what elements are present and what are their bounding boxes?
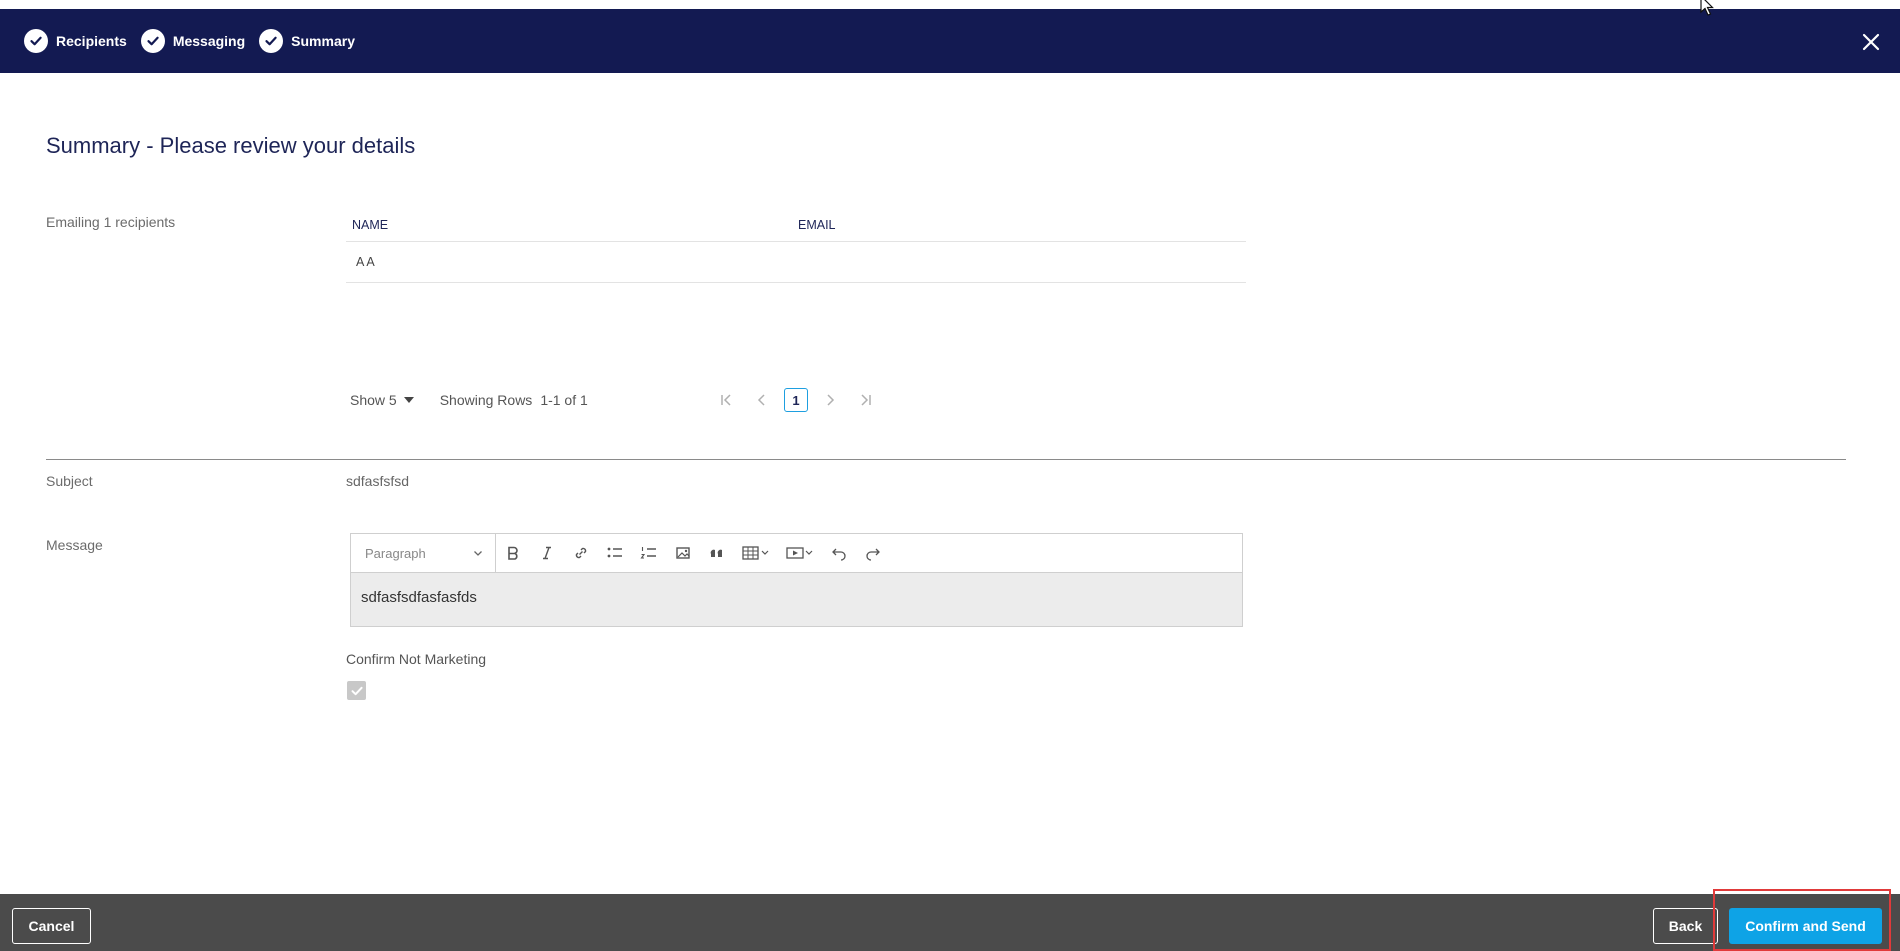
step-label: Summary: [291, 33, 355, 49]
confirm-not-marketing-checkbox[interactable]: [347, 681, 366, 700]
subject-label: Subject: [46, 473, 93, 489]
close-icon[interactable]: [1860, 31, 1882, 53]
current-page-button[interactable]: 1: [784, 388, 808, 412]
undo-icon[interactable]: [822, 534, 856, 573]
checkmark-icon: [351, 686, 363, 695]
table-header: NAME EMAIL: [346, 208, 1246, 242]
check-circle-icon: [259, 29, 284, 53]
recipients-count-label: Emailing 1 recipients: [46, 214, 176, 230]
check-circle-icon: [24, 29, 48, 53]
editor-toolbar: Paragraph: [351, 533, 1242, 573]
bulleted-list-icon[interactable]: [598, 534, 632, 573]
confirm-not-marketing-label: Confirm Not Marketing: [346, 651, 487, 667]
step-label: Recipients: [56, 33, 127, 49]
message-editor: Paragraph sdfasfsdfasfasfds: [350, 533, 1243, 627]
column-header-name[interactable]: NAME: [346, 218, 792, 232]
wizard-header: Recipients Messaging Summary: [0, 9, 1900, 73]
last-page-icon[interactable]: [854, 388, 878, 412]
step-summary[interactable]: Summary: [259, 29, 355, 53]
showing-rows-range: 1-1 of 1: [540, 392, 588, 408]
subject-value: sdfasfsfsd: [346, 473, 410, 489]
next-page-icon[interactable]: [818, 388, 842, 412]
footer-bar: Cancel Back Confirm and Send: [0, 894, 1900, 951]
image-icon[interactable]: [666, 534, 700, 573]
showing-rows-label: Showing Rows: [439, 392, 533, 408]
page-size-label: Show 5: [350, 392, 397, 408]
first-page-icon[interactable]: [714, 388, 738, 412]
table-icon[interactable]: [734, 534, 778, 573]
caret-down-icon: [403, 397, 414, 403]
redo-icon[interactable]: [856, 534, 890, 573]
bold-icon[interactable]: [496, 534, 530, 573]
column-header-email[interactable]: EMAIL: [792, 218, 836, 232]
recipients-table: NAME EMAIL A A: [346, 208, 1246, 283]
blockquote-icon[interactable]: [700, 534, 734, 573]
page-title: Summary - Please review your details: [46, 133, 416, 158]
cell-name: A A: [356, 255, 375, 269]
paragraph-format-select[interactable]: Paragraph: [351, 533, 496, 573]
highlight-box: [1713, 889, 1891, 951]
numbered-list-icon[interactable]: [632, 534, 666, 573]
step-label: Messaging: [172, 33, 246, 49]
mouse-cursor-icon: [1700, 0, 1714, 16]
step-recipients[interactable]: Recipients: [24, 29, 127, 53]
step-messaging[interactable]: Messaging: [140, 29, 246, 53]
italic-icon[interactable]: [530, 534, 564, 573]
chevron-down-icon: [474, 551, 482, 556]
paragraph-format-value: Paragraph: [365, 545, 426, 561]
pagination-bar: Show 5 Showing Rows 1-1 of 1: [350, 388, 588, 412]
media-embed-icon[interactable]: [778, 534, 822, 573]
section-divider: [46, 459, 1846, 460]
message-body[interactable]: sdfasfsdfasfasfds: [351, 573, 1242, 626]
link-icon[interactable]: [564, 534, 598, 573]
message-label: Message: [46, 537, 103, 553]
table-row: A A: [346, 242, 1246, 283]
top-strip: [0, 0, 1900, 9]
check-circle-icon: [140, 29, 165, 53]
page-size-dropdown[interactable]: Show 5: [350, 392, 414, 408]
back-button[interactable]: Back: [1653, 908, 1718, 944]
cancel-button[interactable]: Cancel: [12, 908, 91, 944]
previous-page-icon[interactable]: [750, 388, 774, 412]
